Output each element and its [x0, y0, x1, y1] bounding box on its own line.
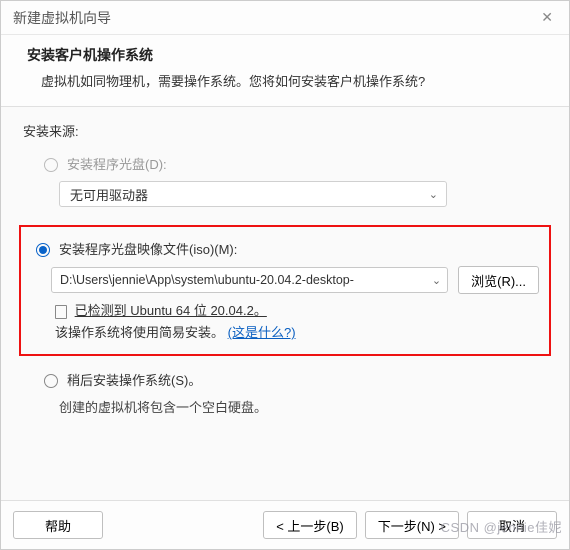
help-button[interactable]: 帮助: [13, 511, 103, 539]
iso-path-combobox[interactable]: D:\Users\jennie\App\system\ubuntu-20.04.…: [51, 267, 448, 293]
radio-installer-disc: [44, 158, 58, 172]
option-disc-group: 安装程序光盘(D): 无可用驱动器 ⌄: [23, 154, 547, 207]
iso-option-highlight: 安装程序光盘映像文件(iso)(M): D:\Users\jennie\App\…: [19, 225, 551, 356]
iso-path-value: D:\Users\jennie\App\system\ubuntu-20.04.…: [60, 273, 354, 287]
option-later-group: 稍后安装操作系统(S)。 创建的虚拟机将包含一个空白硬盘。: [23, 370, 547, 416]
drive-select-value: 无可用驱动器: [70, 185, 148, 204]
whats-this-link[interactable]: (这是什么?): [228, 325, 296, 340]
next-button[interactable]: 下一步(N) >: [365, 511, 459, 539]
radio-iso-file-label: 安装程序光盘映像文件(iso)(M):: [59, 239, 237, 258]
wizard-window: 新建虚拟机向导 ✕ 安装客户机操作系统 虚拟机如同物理机，需要操作系统。您将如何…: [0, 0, 570, 550]
header: 安装客户机操作系统 虚拟机如同物理机，需要操作系统。您将如何安装客户机操作系统?: [1, 35, 569, 107]
document-icon: [55, 305, 67, 319]
detection-info: 已检测到 Ubuntu 64 位 20.04.2。 该操作系统将使用简易安装。 …: [55, 300, 539, 344]
radio-install-later[interactable]: [44, 374, 58, 388]
footer: 帮助 < 上一步(B) 下一步(N) > 取消: [1, 500, 569, 549]
body: 安装来源: 安装程序光盘(D): 无可用驱动器 ⌄ 安装程序光盘映像文件(iso…: [1, 107, 569, 500]
titlebar: 新建虚拟机向导 ✕: [1, 1, 569, 35]
chevron-down-icon: ⌄: [432, 274, 441, 287]
drive-select[interactable]: 无可用驱动器 ⌄: [59, 181, 447, 207]
window-title: 新建虚拟机向导: [13, 8, 111, 28]
radio-install-later-label: 稍后安装操作系统(S)。: [67, 370, 201, 389]
browse-button[interactable]: 浏览(R)...: [458, 266, 539, 294]
install-later-note: 创建的虚拟机将包含一个空白硬盘。: [59, 397, 547, 416]
install-source-label: 安装来源:: [23, 121, 547, 140]
radio-iso-file[interactable]: [36, 243, 50, 257]
easy-install-line: 该操作系统将使用简易安装。: [55, 325, 224, 340]
chevron-down-icon: ⌄: [429, 188, 438, 201]
back-button[interactable]: < 上一步(B): [263, 511, 357, 539]
close-icon[interactable]: ✕: [535, 7, 559, 28]
cancel-button[interactable]: 取消: [467, 511, 557, 539]
detected-os-line: 已检测到 Ubuntu 64 位 20.04.2。: [75, 303, 267, 318]
page-title: 安装客户机操作系统: [27, 45, 543, 65]
radio-installer-disc-label: 安装程序光盘(D):: [67, 154, 167, 173]
page-subtitle: 虚拟机如同物理机，需要操作系统。您将如何安装客户机操作系统?: [27, 71, 543, 90]
